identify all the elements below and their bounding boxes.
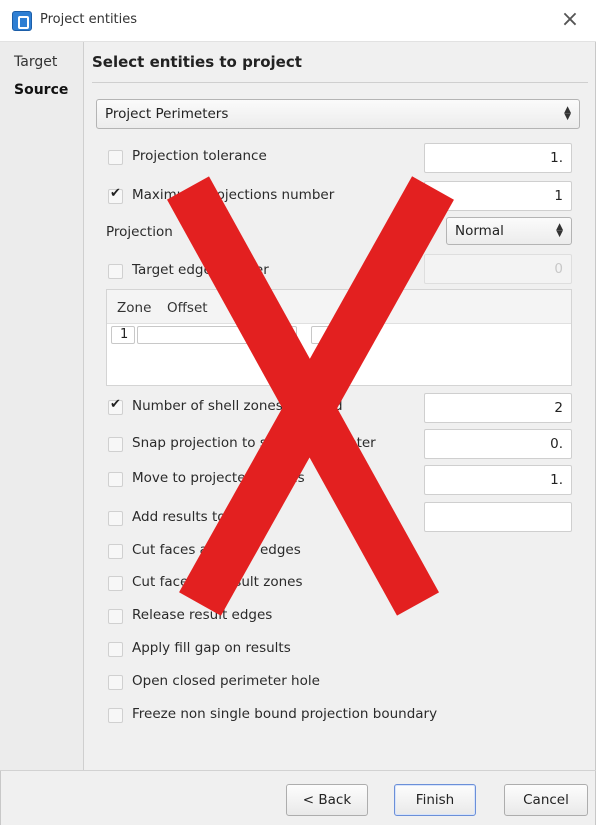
updown-arrows-icon: ▲ ▼ <box>564 105 571 122</box>
finish-button[interactable]: Finish <box>394 784 476 816</box>
footer-divider <box>0 770 596 771</box>
projection-method-label: Projection <box>106 224 173 240</box>
mode-select[interactable]: Project Perimeters ▲ ▼ <box>96 99 580 129</box>
close-icon[interactable]: × <box>556 6 584 34</box>
max-projections-checkbox[interactable]: Maximum projections number <box>108 184 408 208</box>
target-edge-field[interactable]: 0 <box>424 254 572 284</box>
checkbox-box[interactable] <box>108 186 123 204</box>
checkbox-label: Release result edges <box>132 607 273 623</box>
cut-faces-zones-checkbox[interactable]: Cut faces on result zones <box>108 571 408 595</box>
target-edge-checkbox[interactable]: Target edge number <box>108 259 408 283</box>
checkbox-label: Projection tolerance <box>132 148 267 164</box>
checkbox-box[interactable] <box>108 642 123 657</box>
field-value: 1 <box>554 188 563 204</box>
checkbox-box[interactable] <box>108 576 123 591</box>
checkbox-box[interactable] <box>108 544 123 559</box>
sidebar <box>0 42 84 770</box>
checkbox-label: Add results to set <box>132 509 251 525</box>
zone-cell[interactable]: 1 <box>111 326 135 344</box>
add-result-set-checkbox[interactable]: Add results to set <box>108 506 408 530</box>
window-title: Project entities <box>40 12 138 27</box>
zone-value: 1 <box>120 327 129 342</box>
release-result-edges-checkbox[interactable]: Release result edges <box>108 604 408 628</box>
freeze-boundary-checkbox[interactable]: Freeze non single bound projection bound… <box>108 703 528 727</box>
sidebar-item-target[interactable]: Target <box>14 54 57 70</box>
snap-projection-checkbox[interactable]: Snap projection to source perimeter <box>108 432 418 456</box>
add-result-set-field[interactable] <box>424 502 572 532</box>
checkbox-box[interactable] <box>108 511 123 526</box>
updown-arrows-icon: ▲ ▼ <box>556 222 563 239</box>
checkbox-label: Snap projection to source perimeter <box>132 435 376 451</box>
cancel-button[interactable]: Cancel <box>504 784 588 816</box>
checkbox-label: Cut faces on result zones <box>132 574 303 590</box>
projection-method-value: Normal <box>455 223 504 239</box>
cut-faces-edges-checkbox[interactable]: Cut faces at result edges <box>108 539 408 563</box>
sidebar-item-source[interactable]: Source <box>14 82 68 98</box>
checkbox-box[interactable] <box>108 609 123 624</box>
checkbox-label: Apply fill gap on results <box>132 640 291 656</box>
projection-tolerance-field[interactable]: 1. <box>424 143 572 173</box>
checkbox-box[interactable] <box>108 437 123 452</box>
checkbox-label: Cut faces at result edges <box>132 542 301 558</box>
table-header: Zone Offset <box>107 290 571 324</box>
column-header-zone: Zone <box>117 300 152 316</box>
snap-projection-field[interactable]: 0. <box>424 429 572 459</box>
apply-fill-gap-checkbox[interactable]: Apply fill gap on results <box>108 637 408 661</box>
field-value: 0. <box>550 436 563 452</box>
checkbox-box[interactable] <box>108 472 123 487</box>
field-value: 0 <box>554 261 563 277</box>
back-button[interactable]: < Back <box>286 784 368 816</box>
checkbox-label: Freeze non single bound projection bound… <box>132 706 438 722</box>
checkbox-box[interactable] <box>108 708 123 723</box>
max-projections-field[interactable]: 1 <box>424 181 572 211</box>
projection-tolerance-checkbox[interactable]: Projection tolerance <box>108 145 408 169</box>
divider <box>92 82 588 83</box>
checkbox-label: Target edge number <box>132 262 269 278</box>
checkbox-label: Open closed perimeter hole <box>132 673 320 689</box>
move-to-projected-checkbox[interactable]: Move to projected perims <box>108 467 408 491</box>
checkbox-label: Number of shell zones affected <box>132 398 343 414</box>
zone-offset-table: Zone Offset 1 <box>106 289 572 386</box>
row-button[interactable] <box>311 326 351 344</box>
checkbox-box[interactable] <box>108 264 123 279</box>
shell-zones-field[interactable]: 2 <box>424 393 572 423</box>
move-to-projected-field[interactable]: 1. <box>424 465 572 495</box>
checkbox-label: Move to projected perims <box>132 470 305 486</box>
page-title: Select entities to project <box>92 53 302 71</box>
open-closed-hole-checkbox[interactable]: Open closed perimeter hole <box>108 670 408 694</box>
field-value: 2 <box>554 400 563 416</box>
projection-method-select[interactable]: Normal ▲ ▼ <box>446 217 572 245</box>
column-header-offset: Offset <box>167 300 208 316</box>
checkbox-label: Maximum projections number <box>132 187 335 203</box>
checkbox-box[interactable] <box>108 397 123 415</box>
shell-zones-checkbox[interactable]: Number of shell zones affected <box>108 395 408 419</box>
checkbox-box[interactable] <box>108 675 123 690</box>
app-icon <box>12 11 32 31</box>
field-value: 1. <box>550 472 563 488</box>
mode-select-value: Project Perimeters <box>105 106 229 122</box>
field-value: 1. <box>550 150 563 166</box>
checkbox-box[interactable] <box>108 150 123 165</box>
offset-cell[interactable] <box>137 326 297 344</box>
